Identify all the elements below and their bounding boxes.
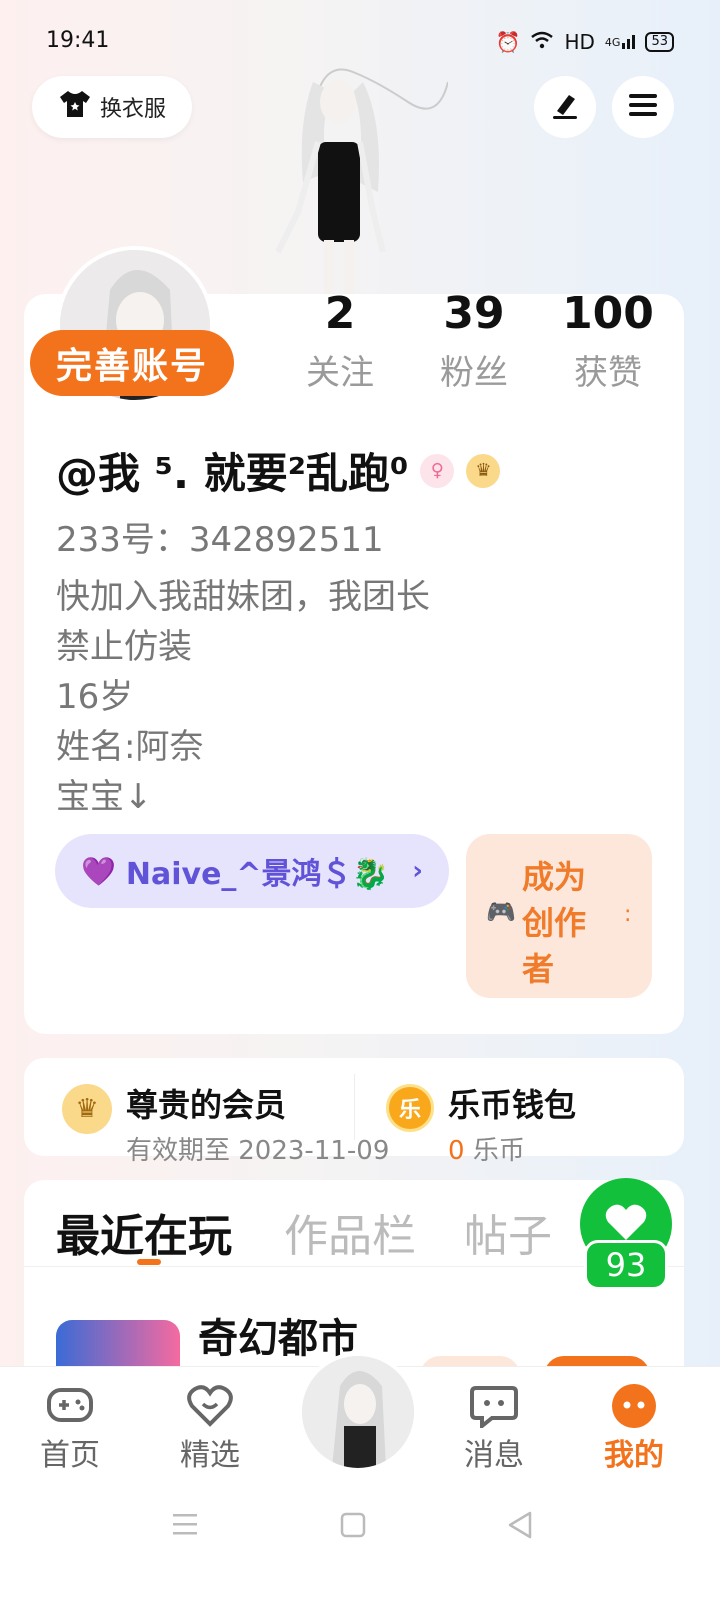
nav-home-label: 首页 [40,1438,100,1473]
followers-label: 粉丝 [440,353,508,393]
creator-label-line: 者 [522,950,555,988]
crown-icon: ♛ [62,1084,112,1134]
crown-icon: ♛ [466,453,501,488]
nav-messages[interactable]: 消息 [444,1382,544,1474]
vip-membership-entry[interactable]: ♛ 尊贵的会员 有效期至 2023-11-09 [62,1080,389,1167]
chat-icon [444,1382,544,1430]
vip-expiry: 有效期至 2023-11-09 [126,1136,390,1166]
status-icons: ⏰ HD 4G 53 [496,30,674,54]
game-title[interactable]: 奇幻都市 [198,1306,358,1364]
smile-face-icon [584,1382,684,1430]
stat-following[interactable]: 2 关注 [280,288,400,394]
nav-me-label: 我的 [604,1438,664,1473]
coin-wallet-entry[interactable]: 乐 乐币钱包 0 乐币 [386,1080,576,1167]
gamepad-icon: 🎮 [486,898,516,926]
username: @我 ⁵. 就要²乱跑⁰ [56,449,409,498]
shirt-icon [58,89,92,125]
change-outfit-button[interactable]: 换衣服 [32,76,192,138]
complete-account-button[interactable]: 完善账号 [30,330,234,396]
recent-apps-icon[interactable] [172,1512,198,1540]
tab-indicator [137,1259,161,1265]
heart-outline-icon [160,1382,260,1430]
more-dots-icon: : [624,902,632,927]
bio-line: 禁止仿装 [56,627,192,667]
signal-icon: 4G [605,35,636,49]
battery-icon: 53 [645,32,674,52]
bio-line: 姓名:阿奈 [56,727,204,767]
heart-icon: 💜 [81,854,116,888]
wallet-title: 乐币钱包 [448,1086,577,1124]
female-icon: ♀ [420,453,455,488]
likes-label: 获赞 [574,353,642,393]
creator-label-line: 创作 [522,904,587,942]
nav-featured-label: 精选 [180,1438,240,1473]
cp-partner-button[interactable]: 💜 Naive_^景鸿＄🐉 › [55,834,449,908]
signal-label: 4G [604,36,621,49]
cp-name: Naive_^景鸿＄🐉 [125,857,389,892]
likes-count: 100 [562,288,654,339]
nav-avatar-center[interactable] [298,1352,418,1472]
nav-messages-label: 消息 [464,1438,524,1473]
chevron-right-icon: › [412,856,423,886]
alarm-icon: ⏰ [495,30,521,54]
coin-amount: 0 [448,1136,465,1166]
status-time: 19:41 [46,28,110,53]
wifi-icon [530,30,554,54]
username-row: @我 ⁵. 就要²乱跑⁰ ♀ ♛ [56,440,501,501]
following-label: 关注 [306,353,374,393]
like-count-badge: 93 [584,1240,668,1290]
back-triangle-icon[interactable] [506,1510,534,1544]
vip-title: 尊贵的会员 [126,1086,287,1124]
avatar-character-figure[interactable] [258,62,449,302]
user-id: 233号：342892511 [56,520,384,560]
stat-followers[interactable]: 39 粉丝 [414,288,534,394]
following-count: 2 [324,288,356,339]
stat-likes[interactable]: 100 获赞 [548,288,668,394]
bio-line: 宝宝↓ [56,777,153,817]
tab-works[interactable]: 作品栏 [284,1200,416,1264]
followers-count: 39 [443,288,505,339]
hamburger-icon [627,91,659,123]
nav-home[interactable]: 首页 [20,1382,120,1474]
coin-icon: 乐 [386,1084,434,1132]
edit-button[interactable] [534,76,596,138]
creator-label-line: 成为 [522,858,587,896]
coin-unit: 乐币 [472,1136,525,1166]
gamepad-icon [20,1382,120,1430]
tab-posts[interactable]: 帖子 [464,1200,552,1264]
bio: 快加入我甜妹团，我团长 禁止仿装 16岁 姓名:阿奈 宝宝↓ [56,572,430,822]
become-creator-button[interactable]: 🎮 成为 创作 者 : [466,834,652,998]
divider [354,1074,355,1140]
change-outfit-label: 换衣服 [99,97,166,122]
home-square-icon[interactable] [340,1512,366,1542]
nav-me[interactable]: 我的 [584,1382,684,1474]
bio-line: 16岁 [56,677,134,717]
tab-recently-played[interactable]: 最近在玩 [56,1200,232,1264]
pen-icon [549,89,581,125]
nav-featured[interactable]: 精选 [160,1382,260,1474]
network-type: HD [564,30,595,54]
bio-line: 快加入我甜妹团，我团长 [56,577,430,617]
menu-button[interactable] [612,76,674,138]
